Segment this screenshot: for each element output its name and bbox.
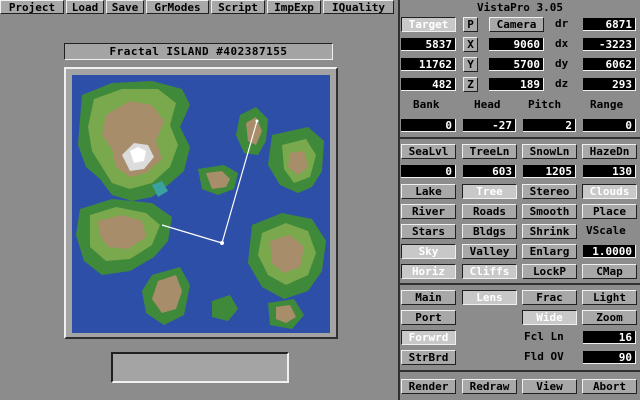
vscale-value[interactable]: 1.0000 [583, 245, 636, 258]
map-title: Fractal ISLAND #402387155 [64, 43, 333, 60]
camera-z-value[interactable]: 189 [489, 78, 544, 91]
divider [398, 137, 640, 139]
menu-grmodes[interactable]: GrModes [146, 0, 209, 14]
clouds-toggle[interactable]: Clouds [582, 184, 637, 199]
render-button[interactable]: Render [401, 379, 456, 394]
dx-label: dx [555, 37, 569, 50]
dx-value[interactable]: -3223 [583, 38, 636, 51]
cliffs-toggle[interactable]: Cliffs [462, 264, 517, 279]
map-frame [64, 67, 338, 339]
forwrd-button[interactable]: Forwrd [401, 330, 456, 345]
bldgs-toggle[interactable]: Bldgs [462, 224, 517, 239]
app-title: VistaPro 3.05 [476, 1, 564, 14]
z-button[interactable]: Z [463, 77, 478, 92]
strbrd-button[interactable]: StrBrd [401, 350, 456, 365]
treeln-value[interactable]: 603 [463, 165, 516, 178]
menu-impexp[interactable]: ImpExp [267, 0, 321, 14]
smooth-button[interactable]: Smooth [522, 204, 577, 219]
cmap-button[interactable]: CMap [582, 264, 637, 279]
focal-length-value[interactable]: 16 [583, 331, 636, 344]
roads-toggle[interactable]: Roads [462, 204, 517, 219]
dy-value[interactable]: 6062 [583, 58, 636, 71]
head-value[interactable]: -27 [463, 119, 516, 132]
camera-marker[interactable] [220, 241, 224, 245]
camera-x-value[interactable]: 9060 [489, 38, 544, 51]
snowln-button[interactable]: SnowLn [522, 144, 577, 159]
sealvl-value[interactable]: 0 [401, 165, 456, 178]
target-z-value[interactable]: 482 [401, 78, 456, 91]
terrain-map[interactable] [72, 75, 330, 333]
p-button[interactable]: P [463, 17, 478, 32]
lens-tab[interactable]: Lens [462, 290, 517, 305]
vscale-label: VScale [586, 224, 626, 237]
range-label: Range [590, 98, 624, 111]
view-button[interactable]: View [522, 379, 577, 394]
menu-project[interactable]: Project [0, 0, 64, 14]
camera-y-value[interactable]: 5700 [489, 58, 544, 71]
target-x-value[interactable]: 5837 [401, 38, 456, 51]
menu-script[interactable]: Script [211, 0, 265, 14]
river-toggle[interactable]: River [401, 204, 456, 219]
target-y-value[interactable]: 11762 [401, 58, 456, 71]
bank-label: Bank [413, 98, 440, 111]
focal-length-label: Fcl Ln [524, 330, 564, 343]
dz-label: dz [555, 77, 569, 90]
y-button[interactable]: Y [463, 57, 478, 72]
stereo-toggle[interactable]: Stereo [522, 184, 577, 199]
divider [398, 370, 640, 372]
lockp-toggle[interactable]: LockP [522, 264, 577, 279]
range-value[interactable]: 0 [583, 119, 636, 132]
bank-value[interactable]: 0 [401, 119, 456, 132]
head-label: Head [474, 98, 501, 111]
field-of-view-label: Fld OV [524, 350, 564, 363]
menu-save[interactable]: Save [106, 0, 144, 14]
sealvl-button[interactable]: SeaLvl [401, 144, 456, 159]
shrink-button[interactable]: Shrink [522, 224, 577, 239]
tree-toggle[interactable]: Tree [462, 184, 517, 199]
divider [398, 283, 640, 285]
hazedn-button[interactable]: HazeDn [582, 144, 637, 159]
dr-label: dr [555, 17, 569, 30]
hazedn-value[interactable]: 130 [583, 165, 636, 178]
snowln-value[interactable]: 1205 [523, 165, 576, 178]
target-button[interactable]: Target [401, 17, 456, 32]
dz-value[interactable]: 293 [583, 78, 636, 91]
lake-toggle[interactable]: Lake [401, 184, 456, 199]
camera-button[interactable]: Camera [489, 17, 544, 32]
frac-tab[interactable]: Frac [522, 290, 577, 305]
enlarg-button[interactable]: Enlarg [522, 244, 577, 259]
menu-bar: Project Load Save GrModes Script ImpExp … [0, 0, 398, 16]
dy-label: dy [555, 57, 569, 70]
abort-button[interactable]: Abort [582, 379, 637, 394]
treeln-button[interactable]: TreeLn [462, 144, 517, 159]
x-button[interactable]: X [463, 37, 478, 52]
wide-button[interactable]: Wide [522, 310, 577, 325]
valley-toggle[interactable]: Valley [462, 244, 517, 259]
sky-toggle[interactable]: Sky [401, 244, 456, 259]
dr-value[interactable]: 6871 [583, 18, 636, 31]
light-tab[interactable]: Light [582, 290, 637, 305]
port-button[interactable]: Port [401, 310, 456, 325]
status-box [111, 352, 289, 383]
place-button[interactable]: Place [582, 204, 637, 219]
field-of-view-value[interactable]: 90 [583, 351, 636, 364]
pitch-label: Pitch [528, 98, 562, 111]
menu-load[interactable]: Load [66, 0, 104, 14]
pitch-value[interactable]: 2 [523, 119, 576, 132]
zoom-button[interactable]: Zoom [582, 310, 637, 325]
stars-toggle[interactable]: Stars [401, 224, 456, 239]
target-marker[interactable] [255, 119, 259, 123]
menu-iquality[interactable]: IQuality [323, 0, 394, 14]
horiz-toggle[interactable]: Horiz [401, 264, 456, 279]
main-tab[interactable]: Main [401, 290, 456, 305]
redraw-button[interactable]: Redraw [462, 379, 517, 394]
